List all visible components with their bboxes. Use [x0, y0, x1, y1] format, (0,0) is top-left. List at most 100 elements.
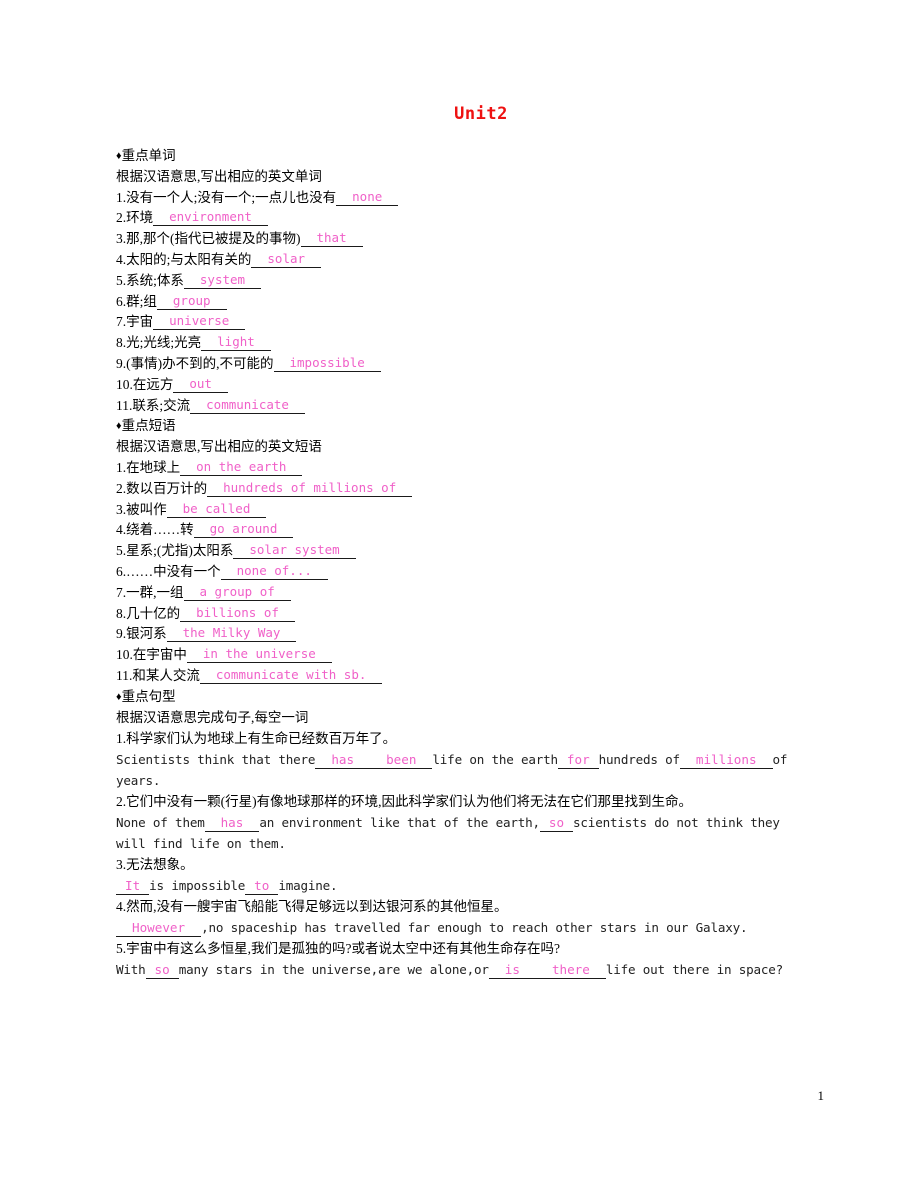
item-number: 9.	[116, 626, 127, 642]
item-prompt: 联系;交流	[132, 397, 191, 413]
list-item: 9.(事情)办不到的,不可能的 impossible	[116, 354, 816, 375]
list-item: 7.一群,一组 a group of	[116, 583, 816, 604]
sentence-text: With	[116, 962, 146, 978]
item-number: 3.	[116, 501, 127, 517]
sentence-text: life out there in space?	[605, 962, 784, 978]
item-number: 5.	[116, 272, 127, 288]
list-item: 9.银河系 the Milky Way	[116, 624, 816, 645]
answer-blank[interactable]: group	[156, 293, 227, 310]
answer-blank[interactable]: communicate with sb.	[199, 667, 383, 684]
answer-blank[interactable]: universe	[153, 313, 246, 331]
sentence-answer-line: It is impossible to imagine.	[116, 875, 816, 896]
item-number: 7.	[116, 314, 127, 330]
item-prompt: 和某人交流	[132, 667, 200, 683]
item-number: 4.	[116, 251, 127, 267]
answer-blank[interactable]: It	[116, 878, 150, 896]
list-item: 8.光;光线;光亮 light	[116, 333, 816, 354]
answer-blank[interactable]: to	[245, 878, 279, 896]
list-item: 5.星系;(尤指)太阳系 solar system	[116, 541, 816, 562]
page-title: Unit2	[454, 104, 508, 124]
answer-blank[interactable]: is	[488, 962, 536, 980]
answer-blank[interactable]: in the universe	[186, 646, 332, 664]
item-prompt: 那,那个(指代已被提及的事物)	[126, 231, 301, 247]
answer-blank[interactable]: hundreds of millions of	[207, 480, 413, 497]
answer-blank[interactable]: none	[336, 189, 399, 206]
item-prompt: 环境	[126, 210, 154, 226]
page-content: Unit2 ♦重点单词 根据汉语意思,写出相应的英文单词 1.没有一个人;没有一…	[116, 104, 816, 980]
answer-blank[interactable]: so	[539, 815, 574, 833]
item-prompt: ……中没有一个	[126, 563, 221, 579]
item-number: 6.	[116, 293, 127, 309]
item-prompt: 银河系	[126, 626, 167, 642]
answer-blank[interactable]: impossible	[273, 355, 381, 372]
answer-blank[interactable]: billions of	[180, 605, 295, 622]
answer-blank[interactable]: system	[183, 272, 262, 289]
sentence-text: Scientists think that there	[116, 752, 316, 768]
list-item: 3.被叫作 be called	[116, 500, 816, 521]
list-item: 6.……中没有一个 none of...	[116, 562, 816, 583]
item-prompt: 数以百万计的	[126, 480, 208, 496]
answer-blank[interactable]: millions	[679, 752, 773, 770]
item-number: 4.	[116, 522, 127, 538]
item-number: 11.	[116, 667, 133, 683]
sentence-chinese-prompt: 2.它们中没有一颗(行星)有像地球那样的环境,因此科学家们认为他们将无法在它们那…	[116, 794, 692, 810]
answer-blank[interactable]: has	[204, 815, 260, 833]
item-number: 6.	[116, 563, 127, 579]
item-prompt: 几十亿的	[126, 605, 181, 621]
item-number: 3.	[116, 231, 127, 247]
item-prompt: 在远方	[132, 376, 174, 392]
answer-blank[interactable]: However	[116, 920, 202, 938]
item-prompt: 系统;体系	[126, 272, 184, 288]
sentence-chinese-prompt: 3.无法想象。	[116, 857, 194, 873]
sentence-chinese-prompt: 5.宇宙中有这么多恒星,我们是孤独的吗?或者说太空中还有其他生命存在吗?	[116, 941, 560, 957]
answer-blank[interactable]: solar system	[233, 542, 356, 560]
list-item: 1.在地球上 on the earth	[116, 458, 816, 479]
answer-blank[interactable]: the Milky Way	[166, 625, 297, 643]
answer-blank[interactable]: communicate	[190, 397, 305, 414]
answer-blank[interactable]: go around	[193, 521, 294, 539]
sentence-answer-line: With so many stars in the universe,are we …	[116, 959, 816, 980]
answer-blank[interactable]: there	[535, 962, 606, 980]
item-prompt: 光;光线;光亮	[126, 335, 202, 351]
sentence-text: life on the earth	[432, 752, 558, 768]
answer-blank[interactable]: solar	[251, 251, 322, 268]
answer-blank[interactable]: light	[201, 334, 271, 352]
sentence-answer-line: None of them has an environment like that …	[116, 812, 816, 833]
item-number: 2.	[116, 210, 127, 226]
item-number: 2.	[116, 480, 127, 496]
answer-blank[interactable]: so	[145, 962, 179, 980]
list-item: 4.太阳的;与太阳有关的 solar	[116, 250, 816, 271]
item-prompt: 没有一个人;没有一个;一点儿也没有	[126, 189, 337, 205]
item-prompt: 绕着……转	[126, 522, 194, 538]
answer-blank[interactable]: out	[173, 376, 228, 393]
answer-blank[interactable]: been	[370, 752, 433, 770]
answer-blank[interactable]: be called	[166, 501, 267, 518]
list-item: 3.那,那个(指代已被提及的事物) that	[116, 229, 816, 250]
answer-blank[interactable]: a group of	[183, 584, 291, 601]
list-item: 7.宇宙 universe	[116, 312, 816, 333]
sentence-answer-line: However ,no spaceship has travelled far e…	[116, 917, 816, 938]
item-number: 5.	[116, 543, 127, 559]
sentence-chinese-prompt: 1.科学家们认为地球上有生命已经数百万年了。	[116, 731, 397, 747]
item-number: 11.	[116, 397, 133, 413]
answer-blank[interactable]: for	[557, 752, 599, 770]
list-item: 2.数以百万计的 hundreds of millions of	[116, 479, 816, 500]
list-item: 10.在远方 out	[116, 375, 816, 396]
list-item: 8.几十亿的 billions of	[116, 604, 816, 625]
section-heading-sentences-label: 重点句型	[121, 688, 176, 704]
item-number: 1.	[116, 459, 127, 475]
section-instruction-words: 根据汉语意思,写出相应的英文单词	[116, 168, 322, 184]
list-item: 10.在宇宙中 in the universe	[116, 645, 816, 666]
answer-blank[interactable]: has	[315, 752, 371, 770]
sentence-continuation-line: years.	[116, 773, 161, 789]
section-heading-words-label: 重点单词	[121, 148, 176, 163]
section-heading-phrases: ♦重点短语	[116, 416, 816, 437]
answer-blank[interactable]: environment	[153, 209, 268, 227]
answer-blank[interactable]: that	[300, 230, 363, 248]
worksheet-page: Unit2 ♦重点单词 根据汉语意思,写出相应的英文单词 1.没有一个人;没有一…	[0, 0, 920, 1184]
answer-blank[interactable]: none of...	[220, 563, 328, 580]
answer-blank[interactable]: on the earth	[180, 459, 303, 476]
word-list: 1.没有一个人;没有一个;一点儿也没有 none 2.环境 environment …	[116, 188, 816, 417]
phrase-list: 1.在地球上 on the earth 2.数以百万计的 hundreds of m…	[116, 458, 816, 687]
section-instruction-sentences: 根据汉语意思完成句子,每空一词	[116, 709, 309, 725]
